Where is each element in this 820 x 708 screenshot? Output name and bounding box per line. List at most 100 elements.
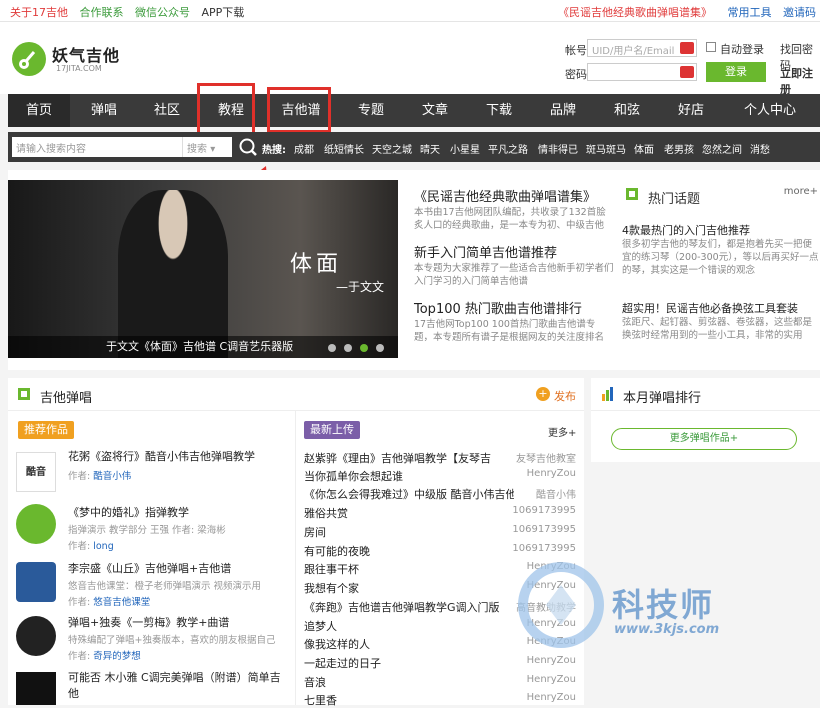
- recommend-item-title[interactable]: 李宗盛《山丘》吉他弹唱+吉他谱: [68, 560, 231, 576]
- banner-carousel[interactable]: 体面 —于文文 于文文《体面》吉他谱 C调音艺乐器版: [8, 180, 398, 358]
- recommend-item-title[interactable]: 花粥《盗将行》酷音小伟吉他弹唱教学: [68, 448, 255, 464]
- list-item[interactable]: 当你孤单你会想起谁 HenryZou: [304, 466, 576, 484]
- hot-search-item[interactable]: 成都: [294, 141, 314, 156]
- carousel-dot-active[interactable]: [360, 344, 368, 352]
- watermark-logo-icon: [518, 562, 604, 648]
- recommend-item-title[interactable]: 可能否 木小雅 C调完美弹唱（附谱）简单吉他: [68, 670, 288, 702]
- banner-subtitle: —于文文: [336, 280, 385, 294]
- nav-profile[interactable]: 个人中心: [730, 94, 810, 127]
- divider: [8, 410, 584, 411]
- carousel-dot[interactable]: [376, 344, 384, 352]
- account-label: 帐号: [565, 44, 587, 57]
- hot-search-item[interactable]: 平凡之路: [488, 141, 528, 156]
- recommend-item-desc: 特殊编配了弹唱+独奏版本，喜欢的朋友根据自己: [68, 635, 276, 646]
- new-upload-tag: 最新上传: [304, 421, 360, 439]
- hot-search-item[interactable]: 斑马斑马: [586, 141, 626, 156]
- publish-link[interactable]: 发布: [554, 388, 576, 404]
- topbar-contact-link[interactable]: 合作联系: [80, 6, 124, 19]
- recommend-item-title[interactable]: 《梦中的婚礼》指弹教学: [68, 504, 189, 520]
- article-desc: 本专题为大家推荐了一些适合吉他新手初学者们入门学习的入门简单吉他谱: [414, 263, 614, 287]
- watermark-name: 科技师: [612, 586, 715, 624]
- logo-subtext: 17JITA.COM: [56, 64, 102, 73]
- bar-chart-icon: [601, 387, 615, 404]
- hot-topics-more-link[interactable]: more+: [784, 186, 818, 197]
- topbar-tools-link[interactable]: 常用工具: [728, 6, 772, 19]
- section-square-icon: [18, 388, 30, 400]
- topbar-app-link[interactable]: APP下载: [202, 6, 245, 19]
- keyboard-icon[interactable]: [680, 66, 694, 78]
- hot-search-item[interactable]: 纸短情长: [324, 141, 364, 156]
- author-label: 作者:: [68, 471, 91, 482]
- site-header: 妖气吉他 17JITA.COM 帐号 UID/用户名/Email 自动登录 找回…: [0, 22, 820, 97]
- search-bar: 请输入搜索内容 搜索 ▾ 热搜: 成都 纸短情长 天空之城 晴天 小星星 平凡之…: [8, 132, 820, 162]
- nav-shops[interactable]: 好店: [660, 94, 722, 127]
- list-item[interactable]: 音浪 HenryZou: [304, 672, 576, 690]
- topbar-about-link[interactable]: 关于17吉他: [10, 6, 68, 19]
- monthly-ranking-panel: 本月弹唱排行 更多弹唱作品+: [591, 378, 820, 462]
- nav-download[interactable]: 下载: [468, 94, 530, 127]
- hot-search-item[interactable]: 小星星: [450, 141, 480, 156]
- watermark: 科技师 www.3kjs.com: [516, 560, 816, 660]
- list-item[interactable]: 房间 1069173995: [304, 522, 576, 540]
- top-bar: 关于17吉他 合作联系 微信公众号 APP下载 《民谣吉他经典歌曲弹唱谱集》 常…: [0, 0, 820, 22]
- search-icon[interactable]: [238, 137, 258, 157]
- more-link[interactable]: 更多+: [548, 424, 576, 439]
- list-item[interactable]: 赵紫骅《理由》吉他弹唱教学【友琴吉 友琴吉他教室: [304, 448, 576, 466]
- nav-brands[interactable]: 品牌: [532, 94, 594, 127]
- article-title[interactable]: 新手入门简单吉他谱推荐: [414, 242, 557, 261]
- logo-text[interactable]: 妖气吉他: [52, 42, 120, 66]
- guitar-logo-icon[interactable]: [12, 42, 46, 76]
- nav-articles[interactable]: 文章: [404, 94, 466, 127]
- list-item[interactable]: 雅俗共赏 1069173995: [304, 503, 576, 521]
- hot-topic-title[interactable]: 4款最热门的入门吉他推荐: [622, 222, 750, 238]
- guitar-logo-thumbnail[interactable]: [16, 504, 56, 544]
- hot-search-item[interactable]: 情非得已: [538, 141, 578, 156]
- nav-home[interactable]: 首页: [8, 94, 70, 127]
- carousel-dot[interactable]: [328, 344, 336, 352]
- topbar-promo-link[interactable]: 《民谣吉他经典歌曲弹唱谱集》: [558, 6, 712, 19]
- list-item[interactable]: 七里香 HenryZou: [304, 690, 576, 708]
- author-link[interactable]: 悠音吉他课堂: [93, 597, 150, 608]
- simple-thumbnail[interactable]: [16, 672, 56, 705]
- hot-search-item[interactable]: 消愁: [750, 141, 770, 156]
- recommend-item-title[interactable]: 弹唱+独奏《一剪梅》教学+曲谱: [68, 614, 229, 630]
- author-link[interactable]: long: [93, 541, 114, 552]
- search-type-select[interactable]: 搜索 ▾: [182, 137, 232, 157]
- avatar-thumbnail[interactable]: [16, 616, 56, 656]
- topbar-wechat-link[interactable]: 微信公众号: [135, 6, 190, 19]
- hot-search-item[interactable]: 忽然之间: [702, 141, 742, 156]
- music-note-thumbnail[interactable]: [16, 562, 56, 602]
- search-input[interactable]: 请输入搜索内容: [12, 137, 182, 157]
- banner-caption[interactable]: 于文文《体面》吉他谱 C调音艺乐器版: [8, 336, 398, 358]
- register-link[interactable]: 立即注册: [780, 65, 820, 97]
- author-label: 作者:: [68, 541, 91, 552]
- auto-login-label: 自动登录: [720, 43, 764, 56]
- hot-search-item[interactable]: 晴天: [420, 141, 440, 156]
- plus-icon[interactable]: +: [536, 387, 550, 401]
- author-link[interactable]: 酷音小伟: [93, 471, 131, 482]
- login-button[interactable]: 登录: [706, 62, 766, 82]
- nav-topics[interactable]: 专题: [340, 94, 402, 127]
- hot-topic-title[interactable]: 超实用！民谣吉他必备换弦工具套装: [622, 300, 798, 316]
- carousel-dot[interactable]: [344, 344, 352, 352]
- author-link[interactable]: 奇异的梦想: [93, 651, 141, 662]
- more-ranking-button[interactable]: 更多弹唱作品+: [611, 428, 797, 450]
- kuyin-thumbnail[interactable]: 酷音: [16, 452, 56, 492]
- topbar-invite-link[interactable]: 邀请码: [783, 6, 816, 19]
- list-item[interactable]: 有可能的夜晚 1069173995: [304, 541, 576, 559]
- nav-tanchang[interactable]: 弹唱: [73, 94, 135, 127]
- list-item[interactable]: 《你怎么会得我难过》中级版 酷音小伟吉他 酷音小伟: [304, 484, 576, 502]
- nav-chords[interactable]: 和弦: [596, 94, 658, 127]
- hot-search-item[interactable]: 体面: [634, 141, 654, 156]
- hot-search-item[interactable]: 天空之城: [372, 141, 412, 156]
- auto-login-checkbox[interactable]: [706, 42, 716, 52]
- nav-community[interactable]: 社区: [136, 94, 198, 127]
- watermark-url: www.3kjs.com: [614, 622, 720, 637]
- article-title[interactable]: 《民谣吉他经典歌曲弹唱谱集》: [414, 186, 596, 205]
- article-title[interactable]: Top100 热门歌曲吉他谱排行: [414, 298, 582, 317]
- ranking-title: 本月弹唱排行: [623, 391, 702, 406]
- banner-title: 体面: [290, 252, 343, 277]
- password-label: 密码: [565, 68, 587, 81]
- hot-search-item[interactable]: 老男孩: [664, 141, 694, 156]
- keyboard-icon[interactable]: [680, 42, 694, 54]
